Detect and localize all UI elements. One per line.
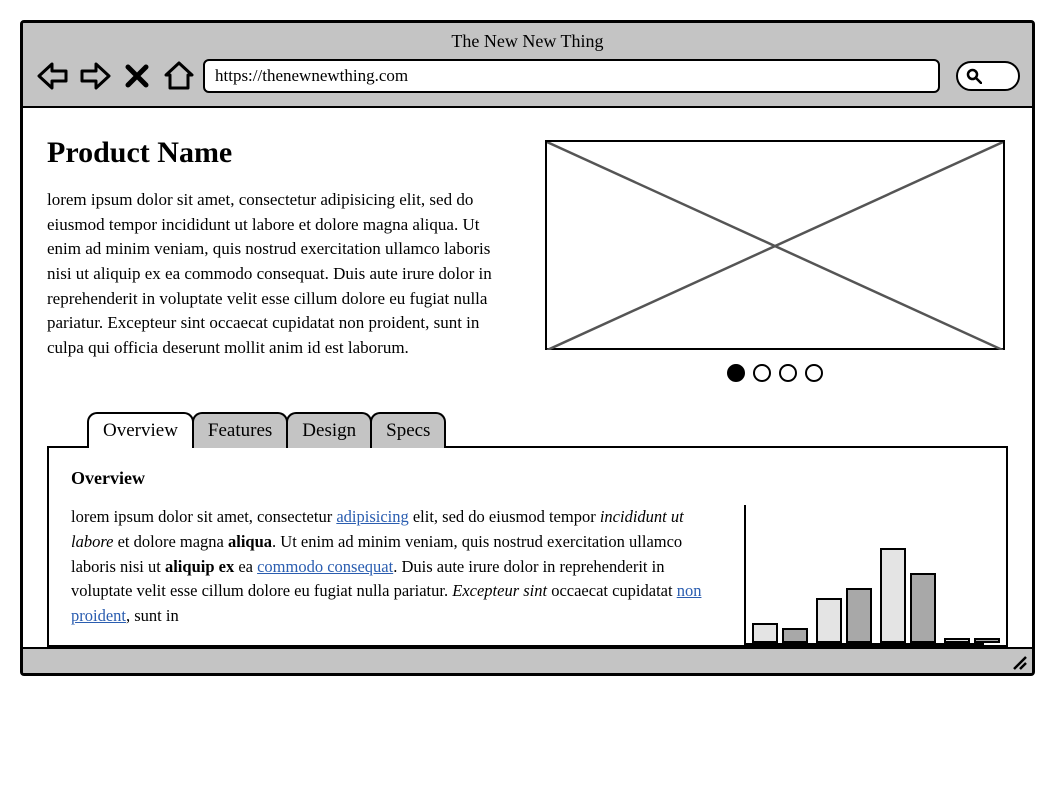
- hero-image-column: [543, 136, 1009, 382]
- text-span: elit, sed do eiusmod tempor: [409, 507, 600, 526]
- carousel-dot-1[interactable]: [727, 364, 745, 382]
- browser-window: The New New Thing: [20, 20, 1035, 676]
- page-content: Product Name lorem ipsum dolor sit amet,…: [23, 108, 1032, 647]
- home-icon: [163, 60, 195, 92]
- status-bar: [23, 647, 1032, 673]
- bar-group-2: [816, 588, 872, 643]
- resize-grip-icon[interactable]: [1010, 653, 1028, 671]
- tabs-container: Overview Features Design Specs Overview …: [47, 412, 1008, 647]
- bar: [846, 588, 872, 643]
- bar-group-1: [752, 623, 808, 643]
- carousel-dot-2[interactable]: [753, 364, 771, 382]
- browser-toolbar: https://thenewnewthing.com: [35, 58, 1020, 94]
- hero-text-column: Product Name lorem ipsum dolor sit amet,…: [47, 136, 513, 382]
- bar: [782, 628, 808, 643]
- forward-button[interactable]: [77, 58, 113, 94]
- search-button[interactable]: [956, 61, 1020, 91]
- image-placeholder[interactable]: [545, 140, 1005, 350]
- link-commodo[interactable]: commodo consequat: [257, 557, 393, 576]
- bar-group-4: [944, 638, 1000, 643]
- stop-button[interactable]: [119, 58, 155, 94]
- search-icon: [966, 68, 982, 84]
- tab-panel: Overview lorem ipsum dolor sit amet, con…: [47, 446, 1008, 647]
- browser-chrome: The New New Thing: [23, 23, 1032, 108]
- product-description: lorem ipsum dolor sit amet, consectetur …: [47, 188, 513, 360]
- bar-chart: [744, 505, 984, 645]
- tab-row: Overview Features Design Specs: [47, 412, 1008, 448]
- text-span: ea: [234, 557, 257, 576]
- window-title: The New New Thing: [35, 31, 1020, 52]
- arrow-left-icon: [36, 61, 70, 91]
- bar: [944, 638, 970, 643]
- bar: [910, 573, 936, 643]
- tab-overview[interactable]: Overview: [87, 412, 194, 448]
- panel-content: lorem ipsum dolor sit amet, consectetur …: [71, 505, 984, 645]
- arrow-right-icon: [78, 61, 112, 91]
- bar-group-3: [880, 548, 936, 643]
- overview-text: lorem ipsum dolor sit amet, consectetur …: [71, 505, 720, 645]
- panel-heading: Overview: [71, 468, 984, 489]
- text-span: , sunt in: [126, 606, 179, 625]
- carousel-dot-3[interactable]: [779, 364, 797, 382]
- product-title: Product Name: [47, 136, 513, 170]
- text-bold: aliquip ex: [165, 557, 234, 576]
- back-button[interactable]: [35, 58, 71, 94]
- text-span: et dolore magna: [113, 532, 228, 551]
- home-button[interactable]: [161, 58, 197, 94]
- tab-specs[interactable]: Specs: [370, 412, 446, 448]
- bar: [816, 598, 842, 643]
- close-icon: [124, 63, 150, 89]
- tab-features[interactable]: Features: [192, 412, 288, 448]
- text-span: occaecat cupidatat: [547, 581, 677, 600]
- carousel-dots: [727, 364, 823, 382]
- text-bold: aliqua: [228, 532, 272, 551]
- placeholder-x-icon: [547, 142, 1003, 350]
- tab-design[interactable]: Design: [286, 412, 372, 448]
- text-italic: Excepteur sint: [452, 581, 547, 600]
- bar: [880, 548, 906, 643]
- bar: [752, 623, 778, 643]
- link-adipisicing[interactable]: adipisicing: [336, 507, 408, 526]
- bar: [974, 638, 1000, 643]
- url-input[interactable]: https://thenewnewthing.com: [203, 59, 940, 93]
- url-text: https://thenewnewthing.com: [215, 66, 408, 86]
- carousel-dot-4[interactable]: [805, 364, 823, 382]
- text-span: lorem ipsum dolor sit amet, consectetur: [71, 507, 336, 526]
- hero-section: Product Name lorem ipsum dolor sit amet,…: [47, 136, 1008, 382]
